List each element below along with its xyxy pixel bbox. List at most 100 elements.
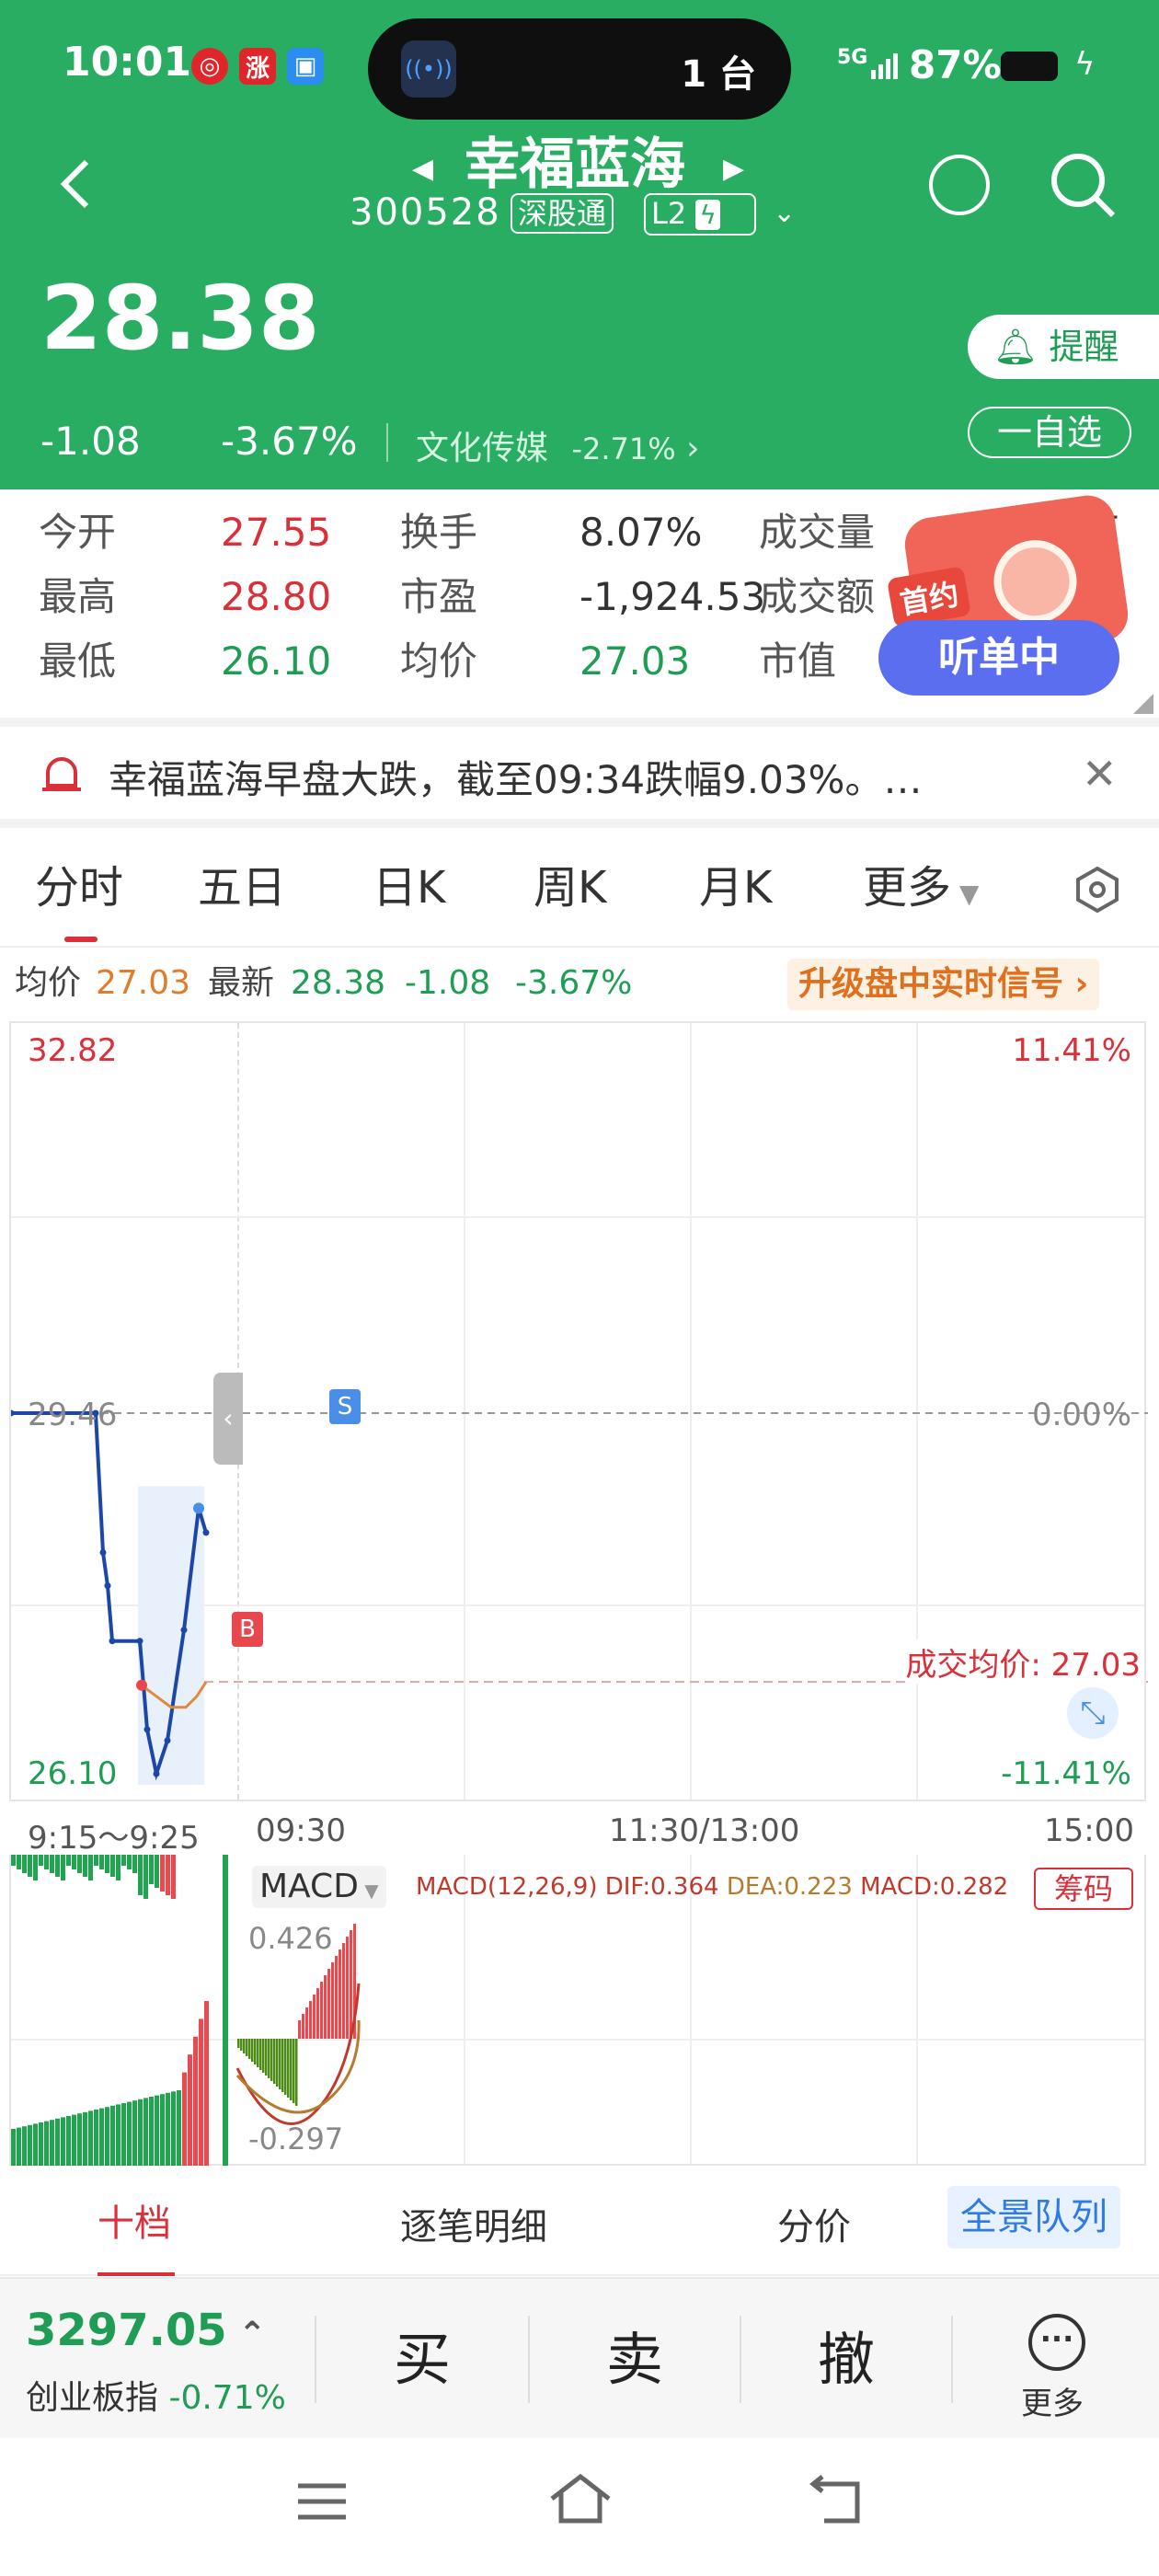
prev-stock-icon[interactable]: ◀ <box>412 153 433 185</box>
index-caption: 创业板指 -0.71% <box>26 2371 286 2419</box>
back-icon[interactable] <box>55 156 99 212</box>
macd-hist-neg <box>290 2039 293 2100</box>
volume-bar <box>188 2054 192 2166</box>
next-stock-icon[interactable]: ▶ <box>723 153 744 185</box>
cancel-order-button[interactable]: 撤 <box>741 2279 951 2440</box>
tab-price-distribution[interactable]: 分价 <box>777 2197 851 2250</box>
clock: 10:01 <box>63 39 192 86</box>
pe-value: -1,924.53 <box>580 574 766 619</box>
sell-button[interactable]: 卖 <box>530 2279 740 2440</box>
volume-bar <box>11 2129 16 2166</box>
volume-bar <box>83 2111 87 2166</box>
settings-hexagon-icon[interactable] <box>1074 866 1120 914</box>
upgrade-signal-button[interactable]: 升级盘中实时信号 › <box>787 959 1100 1010</box>
latest-change: -1.08 <box>405 964 491 1002</box>
sub-tab-indicator <box>98 2272 175 2276</box>
flash-icon: ϟ <box>695 200 720 230</box>
news-bar[interactable]: 幸福蓝海早盘大跌，截至09:34跌幅9.03%。… ✕ <box>0 727 1159 819</box>
macd-selector[interactable]: MACD ▼ <box>252 1866 386 1908</box>
macd-hist-pos <box>309 2001 312 2039</box>
volume-bar-top <box>127 1855 132 1869</box>
fullscreen-icon[interactable]: ⤡ <box>1067 1687 1119 1739</box>
sector-pct: -2.71% <box>571 431 676 466</box>
sell-marker[interactable]: S <box>329 1389 361 1424</box>
x-label-midday: 11:30/13:00 <box>609 1812 800 1849</box>
tab-intraday[interactable]: 分时 <box>35 828 123 948</box>
volume-bar <box>66 2116 71 2166</box>
y-top-label: 32.82 <box>28 1032 118 1069</box>
tab-daily-k-label: 日K <box>373 862 446 914</box>
stock-code: 300528 <box>350 191 501 234</box>
volume-bar-top <box>149 1855 154 1884</box>
resize-corner-icon <box>1133 694 1153 714</box>
home-icon[interactable] <box>548 2471 613 2526</box>
open-value: 27.55 <box>221 510 332 555</box>
macd-hist-pos <box>346 1937 349 2039</box>
menu-icon[interactable] <box>296 2480 348 2523</box>
signal-icon <box>869 48 902 81</box>
price-point <box>136 1638 143 1645</box>
close-icon[interactable]: ✕ <box>1082 749 1118 799</box>
macd-hist-neg <box>284 2039 287 2095</box>
tab-weekly-k[interactable]: 周K <box>534 828 606 948</box>
y-bottom-pct-value: -11.41% <box>1001 1755 1131 1792</box>
volume-bar-top <box>160 1855 165 1892</box>
refresh-icon[interactable] <box>929 155 990 215</box>
chevron-down-icon[interactable]: ⌄ <box>773 197 796 229</box>
trade-action-bar: 3297.05 ⌃ 创业板指 -0.71% 买 卖 撤 ··· 更多 <box>0 2277 1159 2438</box>
more-button[interactable]: ··· 更多 <box>953 2279 1159 2440</box>
price-chart-svg <box>11 1409 1148 1785</box>
tab-ten-levels[interactable]: 十档 <box>98 2193 171 2247</box>
volume-bar <box>177 2090 181 2166</box>
caret-down-icon: ▼ <box>358 1880 379 1902</box>
latest-price-label: 最新 <box>208 964 275 1002</box>
collapse-handle[interactable]: ‹ <box>213 1373 243 1465</box>
volume-bar-top <box>44 1855 49 1869</box>
price-point <box>109 1638 116 1645</box>
sector-link[interactable]: 文化传媒 -2.71% › <box>416 421 700 469</box>
macd-hist-neg <box>281 2039 284 2092</box>
index-pct: -0.71% <box>168 2379 286 2417</box>
listening-button[interactable]: 听单中 <box>878 620 1119 696</box>
volume-bar <box>88 2110 93 2166</box>
tab-monthly-k[interactable]: 月K <box>699 828 772 948</box>
avg-value: 27.03 <box>580 638 691 684</box>
low-label: 最低 <box>39 638 117 684</box>
macd-hist-pos <box>350 1930 352 2039</box>
volume-bar <box>99 2108 104 2166</box>
back-nav-icon[interactable] <box>809 2475 865 2526</box>
macd-hist-neg <box>265 2039 268 2076</box>
tab-price-distribution-label: 分价 <box>777 2206 851 2248</box>
turnover-value: 8.07% <box>580 510 703 555</box>
volume-bar-top <box>88 1855 93 1880</box>
chip-button[interactable]: 筹码 <box>1034 1868 1133 1910</box>
remind-button[interactable]: 🔔︎ 提醒 <box>968 315 1159 379</box>
avg-price-note: 成交均价: 27.03 <box>905 1639 1141 1685</box>
l2-tag[interactable]: L2 ϟ <box>644 193 756 236</box>
macd-panel[interactable]: MACD ▼ MACD(12,26,9) DIF:0.364 DEA:0.223… <box>9 1855 1146 2166</box>
tab-queue[interactable]: 全景队列 <box>947 2186 1120 2248</box>
price-point <box>99 1549 107 1556</box>
macd-hist-pos <box>305 2007 308 2039</box>
chart-tabs: 分时 五日 日K 周K 月K 更多 ▼ <box>0 828 1159 948</box>
mktcap-label: 市值 <box>759 638 837 684</box>
tab-daily-k[interactable]: 日K <box>373 828 445 948</box>
price-point <box>11 1409 15 1417</box>
tab-five-day-label: 五日 <box>198 862 287 914</box>
tab-more[interactable]: 更多 ▼ <box>863 828 979 948</box>
search-icon[interactable] <box>1049 151 1119 221</box>
macd-hist-neg <box>293 2039 295 2103</box>
watchlist-button[interactable]: 一自选 <box>968 407 1131 458</box>
volume-bar <box>171 2091 176 2166</box>
buy-button[interactable]: 买 <box>316 2279 528 2440</box>
volume-bar <box>39 2122 43 2166</box>
battery-percent: 87% <box>909 42 1002 87</box>
tab-tick-detail[interactable]: 逐笔明细 <box>400 2197 547 2250</box>
macd-hist-pos <box>298 2020 301 2039</box>
macd-hist-neg <box>257 2039 259 2067</box>
index-widget[interactable]: 3297.05 ⌃ <box>26 2305 266 2356</box>
buy-marker[interactable]: B <box>232 1612 263 1647</box>
tab-five-day[interactable]: 五日 <box>198 828 286 948</box>
intraday-chart[interactable]: 32.82 11.41% 29.46 0.00% 26.10 -11.41% 成… <box>9 1021 1148 1801</box>
macd-hist-neg <box>295 2039 298 2106</box>
